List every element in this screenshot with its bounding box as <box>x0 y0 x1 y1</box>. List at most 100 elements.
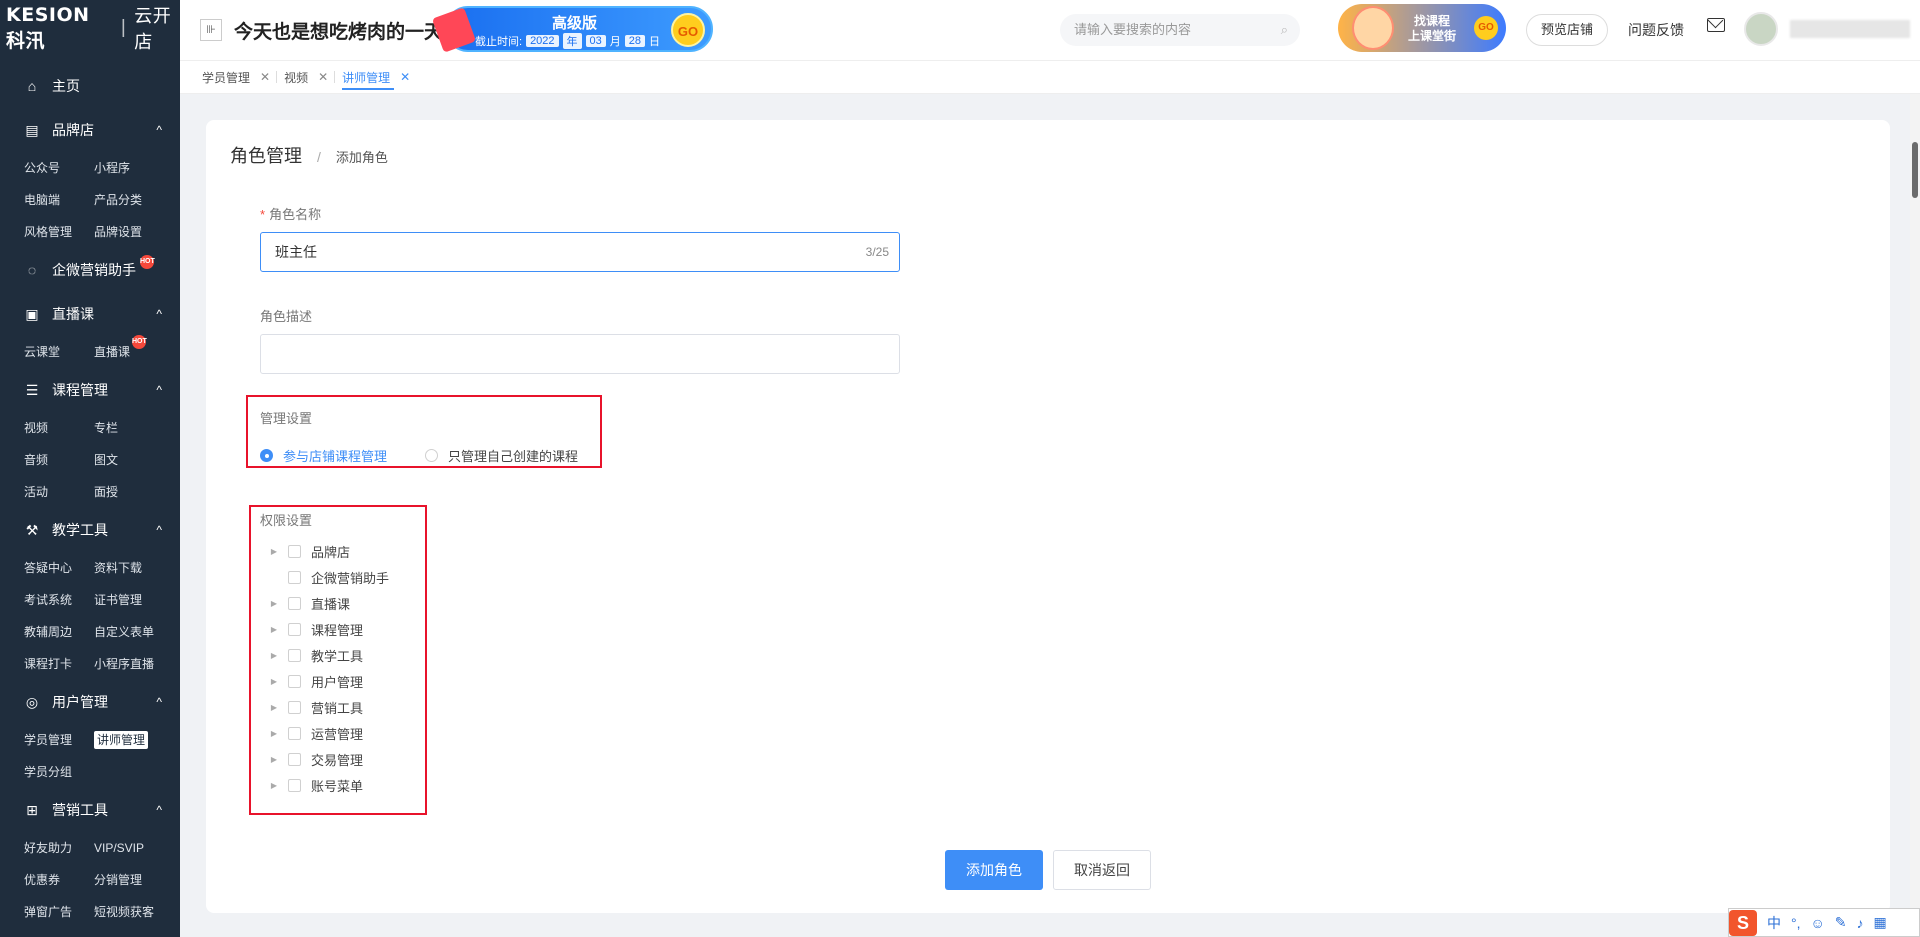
sidebar-item[interactable]: 小程序 <box>94 152 164 184</box>
sidebar-group-brand-store[interactable]: ▤ 品牌店 ^ <box>0 108 180 152</box>
tree-node-course-management[interactable]: ▶ 课程管理 <box>268 616 389 642</box>
sidebar-group-teaching-tools[interactable]: ⚒ 教学工具 ^ <box>0 508 180 552</box>
tree-node-user-management[interactable]: ▶ 用户管理 <box>268 668 389 694</box>
preview-store-button[interactable]: 预览店铺 <box>1526 14 1608 46</box>
sidebar-item-live[interactable]: 直播课 HOT <box>94 335 164 368</box>
sidebar-item[interactable]: 电脑端 <box>24 184 94 216</box>
sidebar-group-live-course[interactable]: ▣ 直播课 ^ <box>0 292 180 336</box>
checkbox[interactable] <box>288 596 301 610</box>
caret-right-icon[interactable]: ▶ <box>268 651 280 660</box>
sidebar-group-user-management[interactable]: ◎ 用户管理 ^ <box>0 680 180 724</box>
radio-own-course-only[interactable]: 只管理自己创建的课程 <box>425 446 578 465</box>
tab-teacher-management[interactable]: 讲师管理 ✕ <box>334 60 410 94</box>
plan-go-button[interactable]: GO <box>671 13 705 47</box>
sidebar-item[interactable]: 视频 <box>24 412 94 444</box>
sidebar-item[interactable]: 答疑中心 <box>24 552 94 584</box>
page-scrollbar[interactable] <box>1910 94 1920 937</box>
checkbox[interactable] <box>288 674 301 688</box>
emoji-icon[interactable]: ☺ <box>1811 915 1825 931</box>
sidebar-group-marketing-tools[interactable]: ⊞ 营销工具 ^ <box>0 788 180 832</box>
close-icon[interactable]: ✕ <box>260 70 270 84</box>
tree-node-wecom-assistant[interactable]: 企微营销助手 <box>268 564 389 590</box>
avatar[interactable] <box>1744 12 1778 46</box>
checkbox[interactable] <box>288 726 301 740</box>
search-input[interactable]: 请输入要搜索的内容 ⌕ <box>1060 14 1300 46</box>
tab-student-management[interactable]: 学员管理 ✕ <box>202 60 270 94</box>
checkbox[interactable] <box>288 778 301 792</box>
sidebar-item[interactable]: 课程打卡 <box>24 648 94 680</box>
sidebar-item[interactable]: 资料下载 <box>94 552 164 584</box>
tree-node-teaching-tools[interactable]: ▶ 教学工具 <box>268 642 389 668</box>
feedback-link[interactable]: 问题反馈 <box>1628 20 1684 40</box>
collapse-sidebar-icon[interactable]: ⊪ <box>200 19 222 41</box>
close-icon[interactable]: ✕ <box>400 70 410 84</box>
sidebar-item[interactable]: 面授 <box>94 476 164 508</box>
tree-node-account-menu[interactable]: ▶ 账号菜单 <box>268 772 389 798</box>
checkbox[interactable] <box>288 570 301 584</box>
sidebar-group-wecom-assistant[interactable]: ◌ 企微营销助手 HOT <box>0 248 180 292</box>
caret-right-icon[interactable]: ▶ <box>268 703 280 712</box>
sidebar-item[interactable]: 活动 <box>24 476 94 508</box>
sidebar-item[interactable]: 学员管理 <box>24 724 94 756</box>
sidebar-item[interactable]: 弹窗广告 <box>24 896 94 928</box>
username-blurred[interactable] <box>1790 20 1910 38</box>
role-name-input[interactable]: 班主任 3/25 <box>260 232 900 272</box>
scrollbar-thumb[interactable] <box>1912 142 1918 198</box>
caret-right-icon[interactable]: ▶ <box>268 599 280 608</box>
sidebar-item[interactable]: 产品分类 <box>94 184 164 216</box>
sidebar-item[interactable]: 风格管理 <box>24 216 94 248</box>
tree-node-live-course[interactable]: ▶ 直播课 <box>268 590 389 616</box>
sidebar-item[interactable]: 小程序直播 <box>94 648 164 680</box>
sidebar-item[interactable]: 公众号 <box>24 152 94 184</box>
course-banner[interactable]: 找课程 上课堂街 GO <box>1338 4 1506 52</box>
ime-logo-icon[interactable]: S <box>1729 909 1757 936</box>
sidebar-item[interactable]: 自定义表单 <box>94 616 164 648</box>
role-desc-input[interactable] <box>260 334 900 374</box>
mail-icon[interactable] <box>1707 18 1725 32</box>
add-role-button[interactable]: 添加角色 <box>945 850 1043 890</box>
sidebar-item[interactable]: 证书管理 <box>94 584 164 616</box>
sidebar-item[interactable]: 学员分组 <box>24 756 94 788</box>
caret-right-icon[interactable]: ▶ <box>268 781 280 790</box>
mic-icon[interactable]: ♪ <box>1857 915 1864 931</box>
checkbox[interactable] <box>288 544 301 558</box>
search-icon[interactable]: ⌕ <box>1281 14 1288 46</box>
tree-node-marketing-tools[interactable]: ▶ 营销工具 <box>268 694 389 720</box>
sidebar-item[interactable]: 分销管理 <box>94 864 164 896</box>
checkbox[interactable] <box>288 700 301 714</box>
caret-right-icon[interactable]: ▶ <box>268 625 280 634</box>
tree-node-transactions[interactable]: ▶ 交易管理 <box>268 746 389 772</box>
breadcrumb-title[interactable]: 角色管理 <box>230 146 302 166</box>
sidebar-item[interactable]: 专栏 <box>94 412 164 444</box>
checkbox[interactable] <box>288 648 301 662</box>
sidebar-item[interactable]: 云课堂 <box>24 336 94 368</box>
ime-punctuation[interactable]: °, <box>1791 915 1801 931</box>
caret-right-icon[interactable]: ▶ <box>268 729 280 738</box>
grid-icon[interactable]: ▦ <box>1874 914 1887 931</box>
sidebar-item-home[interactable]: ⌂ 主页 <box>0 64 180 108</box>
radio-shop-course-management[interactable]: 参与店铺课程管理 <box>260 446 387 465</box>
caret-right-icon[interactable]: ▶ <box>268 547 280 556</box>
ime-language[interactable]: 中 <box>1767 913 1781 933</box>
sidebar-item[interactable]: 优惠券 <box>24 864 94 896</box>
course-go-button[interactable]: GO <box>1474 16 1498 40</box>
sidebar-item[interactable]: 好友助力 <box>24 832 94 864</box>
pen-icon[interactable]: ✎ <box>1835 914 1847 931</box>
sidebar-item[interactable]: 考试系统 <box>24 584 94 616</box>
plan-banner[interactable]: 高级版 截止时间: 2022 年 03 月 28 日 GO <box>431 6 713 53</box>
brand-logo[interactable]: KESION 科汛 | 云开店 <box>0 0 180 56</box>
sidebar-item[interactable]: 品牌设置 <box>94 216 164 248</box>
sidebar-item[interactable]: 音频 <box>24 444 94 476</box>
sidebar-group-course-management[interactable]: ☰ 课程管理 ^ <box>0 368 180 412</box>
sidebar-item[interactable]: 图文 <box>94 444 164 476</box>
checkbox[interactable] <box>288 752 301 766</box>
sidebar-item[interactable]: 短视频获客 <box>94 896 164 928</box>
ime-toolbar[interactable]: S 中 °, ☺ ✎ ♪ ▦ <box>1728 908 1920 937</box>
checkbox[interactable] <box>288 622 301 636</box>
tree-node-brand-store[interactable]: ▶ 品牌店 <box>268 538 389 564</box>
sidebar-item-active[interactable]: 讲师管理 <box>94 724 164 756</box>
tree-node-operations[interactable]: ▶ 运营管理 <box>268 720 389 746</box>
cancel-button[interactable]: 取消返回 <box>1053 850 1151 890</box>
tab-video[interactable]: 视频 ✕ <box>276 60 328 94</box>
caret-right-icon[interactable]: ▶ <box>268 677 280 686</box>
